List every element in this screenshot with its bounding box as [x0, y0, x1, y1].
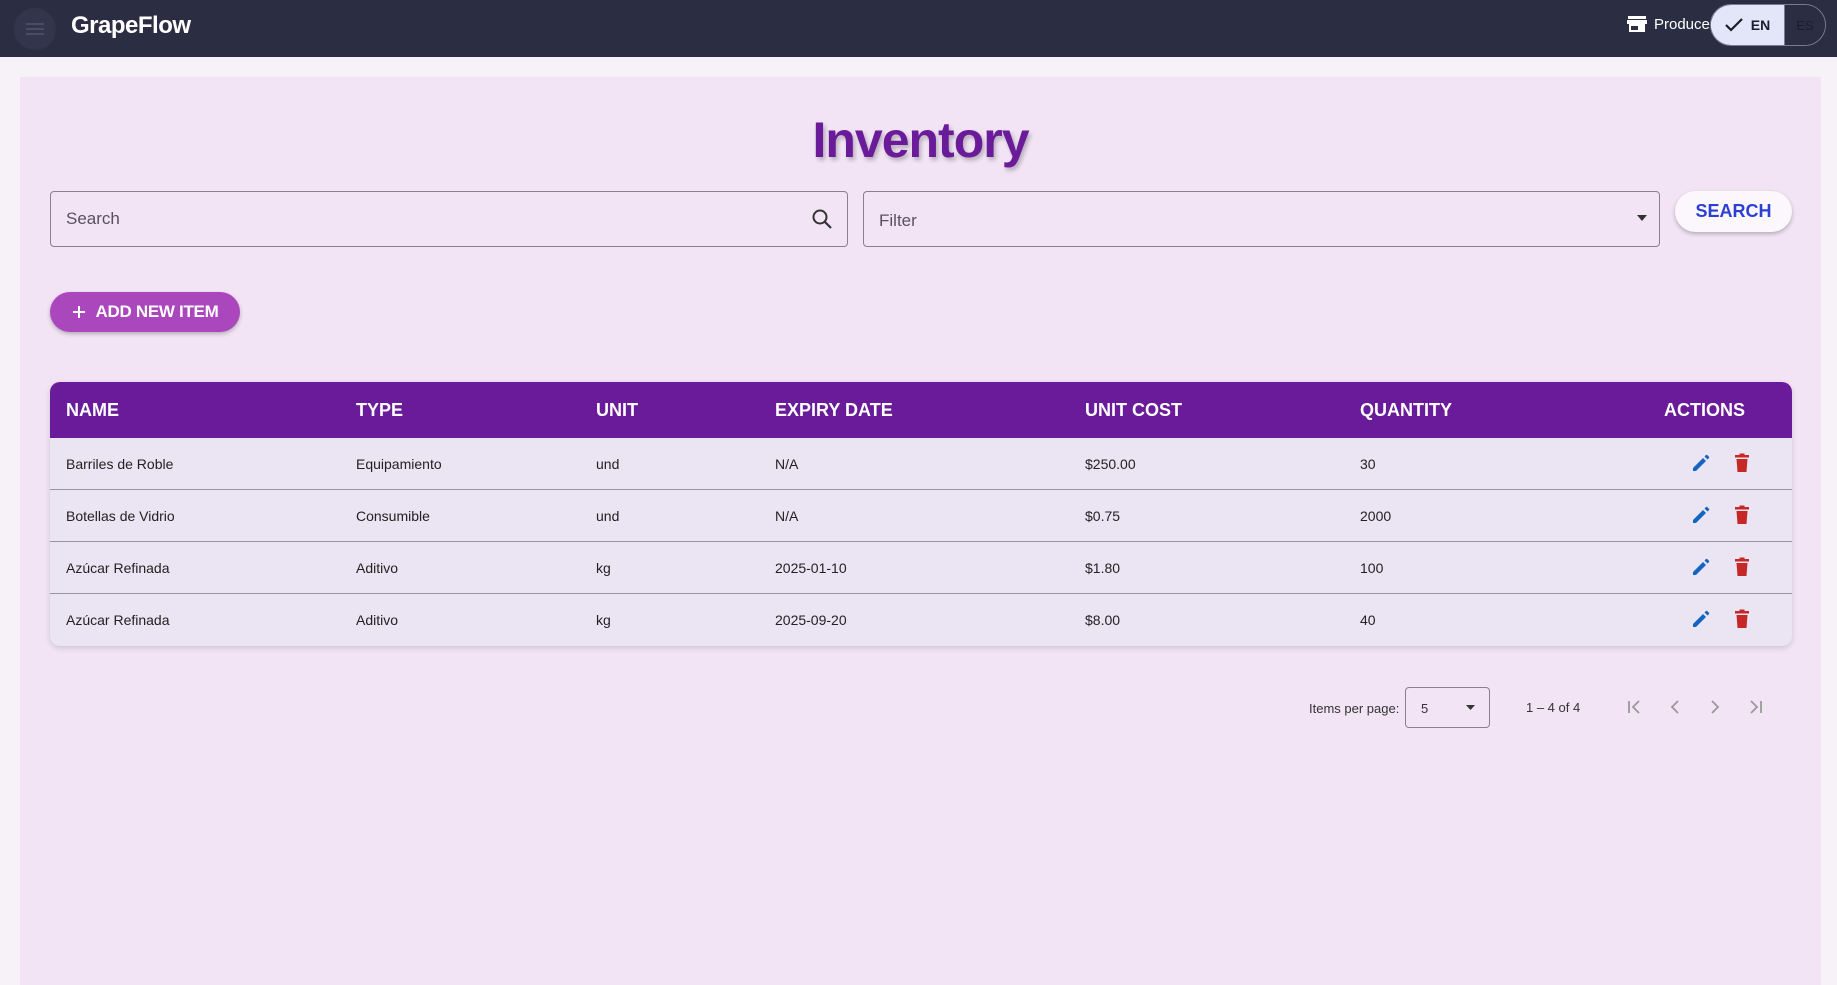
- header-type[interactable]: TYPE: [356, 400, 403, 421]
- add-new-item-button[interactable]: ADD NEW ITEM: [50, 292, 240, 332]
- header-expiry-date[interactable]: EXPIRY DATE: [775, 400, 893, 421]
- cell-unit-cost: $8.00: [1085, 612, 1121, 628]
- page-size-value: 5: [1421, 701, 1429, 716]
- paginator: Items per page: 5 1 – 4 of 4: [20, 685, 1821, 729]
- cell-expiry-date: N/A: [775, 508, 799, 524]
- cell-unit-cost: $1.80: [1085, 560, 1121, 576]
- inventory-panel: Inventory Filter SEARCH ADD NEW ITEM NAM…: [20, 77, 1821, 985]
- cell-type: Aditivo: [356, 612, 399, 628]
- search-input[interactable]: [51, 192, 751, 246]
- header-unit[interactable]: UNIT: [596, 400, 638, 421]
- cell-quantity: 100: [1360, 560, 1384, 576]
- check-icon: [1724, 18, 1743, 32]
- delete-icon[interactable]: [1731, 452, 1753, 474]
- delete-icon[interactable]: [1731, 608, 1753, 630]
- first-page-button[interactable]: [1623, 695, 1647, 719]
- previous-page-button[interactable]: [1663, 695, 1687, 719]
- table-header-row: NAME TYPE UNIT EXPIRY DATE UNIT COST QUA…: [50, 382, 1792, 438]
- first-page-icon: [1628, 700, 1640, 714]
- table-row: Azúcar Refinada Aditivo kg 2025-09-20 $8…: [50, 594, 1792, 646]
- header-quantity[interactable]: QUANTITY: [1360, 400, 1452, 421]
- role-label: Producer: [1654, 15, 1715, 33]
- dropdown-caret-icon: [1637, 215, 1647, 221]
- cell-unit-cost: $0.75: [1085, 508, 1121, 524]
- page-title: Inventory: [812, 112, 1029, 168]
- table-row: Botellas de Vidrio Consumible und N/A $0…: [50, 490, 1792, 542]
- search-icon[interactable]: [811, 208, 833, 230]
- edit-icon[interactable]: [1690, 504, 1712, 526]
- role-indicator: Producer: [1627, 15, 1715, 33]
- page-range-label: 1 – 4 of 4: [1526, 700, 1581, 715]
- cell-expiry-date: N/A: [775, 456, 799, 472]
- menu-button[interactable]: [14, 8, 56, 50]
- cell-type: Equipamiento: [356, 456, 442, 472]
- cell-unit-cost: $250.00: [1085, 456, 1136, 472]
- cell-unit: kg: [596, 560, 611, 576]
- inventory-table: NAME TYPE UNIT EXPIRY DATE UNIT COST QUA…: [50, 382, 1792, 646]
- cell-name: Botellas de Vidrio: [66, 508, 175, 524]
- top-app-bar: GrapeFlow Producer EN ES: [0, 0, 1837, 57]
- next-page-icon: [1711, 700, 1720, 714]
- cell-type: Aditivo: [356, 560, 399, 576]
- filter-select[interactable]: Filter: [863, 191, 1660, 247]
- table-row: Barriles de Roble Equipamiento und N/A $…: [50, 438, 1792, 490]
- cell-name: Barriles de Roble: [66, 456, 174, 472]
- cell-quantity: 30: [1360, 456, 1376, 472]
- edit-icon[interactable]: [1690, 608, 1712, 630]
- cell-expiry-date: 2025-09-20: [775, 612, 847, 628]
- cell-unit: und: [596, 456, 620, 472]
- header-name[interactable]: NAME: [66, 400, 119, 421]
- items-per-page-label: Items per page:: [1309, 701, 1400, 716]
- add-new-item-label: ADD NEW ITEM: [95, 302, 219, 321]
- cell-name: Azúcar Refinada: [66, 560, 170, 576]
- header-actions: ACTIONS: [1664, 400, 1745, 420]
- language-es-button[interactable]: ES: [1785, 5, 1825, 45]
- language-toggle: EN ES: [1710, 4, 1826, 46]
- last-page-icon: [1750, 700, 1762, 714]
- store-icon: [1627, 16, 1647, 32]
- search-button[interactable]: SEARCH: [1675, 191, 1792, 232]
- dropdown-caret-icon: [1466, 705, 1475, 710]
- edit-icon[interactable]: [1690, 452, 1712, 474]
- next-page-button[interactable]: [1703, 695, 1727, 719]
- language-en-button[interactable]: EN: [1711, 5, 1785, 45]
- plus-icon: [72, 306, 85, 318]
- search-field: [50, 191, 848, 247]
- cell-quantity: 40: [1360, 612, 1376, 628]
- cell-quantity: 2000: [1360, 508, 1392, 524]
- last-page-button[interactable]: [1743, 695, 1767, 719]
- menu-icon: [26, 23, 44, 35]
- edit-icon[interactable]: [1690, 556, 1712, 578]
- delete-icon[interactable]: [1731, 504, 1753, 526]
- cell-name: Azúcar Refinada: [66, 612, 170, 628]
- cell-expiry-date: 2025-01-10: [775, 560, 847, 576]
- cell-type: Consumible: [356, 508, 430, 524]
- app-title: GrapeFlow: [71, 12, 191, 39]
- prev-page-icon: [1670, 700, 1679, 714]
- language-en-label: EN: [1750, 17, 1771, 33]
- cell-unit: kg: [596, 612, 611, 628]
- filter-label: Filter: [879, 211, 917, 230]
- page-size-select[interactable]: 5: [1405, 687, 1490, 728]
- header-unit-cost[interactable]: UNIT COST: [1085, 400, 1182, 421]
- table-row: Azúcar Refinada Aditivo kg 2025-01-10 $1…: [50, 542, 1792, 594]
- delete-icon[interactable]: [1731, 556, 1753, 578]
- cell-unit: und: [596, 508, 620, 524]
- language-es-label: ES: [1796, 17, 1814, 33]
